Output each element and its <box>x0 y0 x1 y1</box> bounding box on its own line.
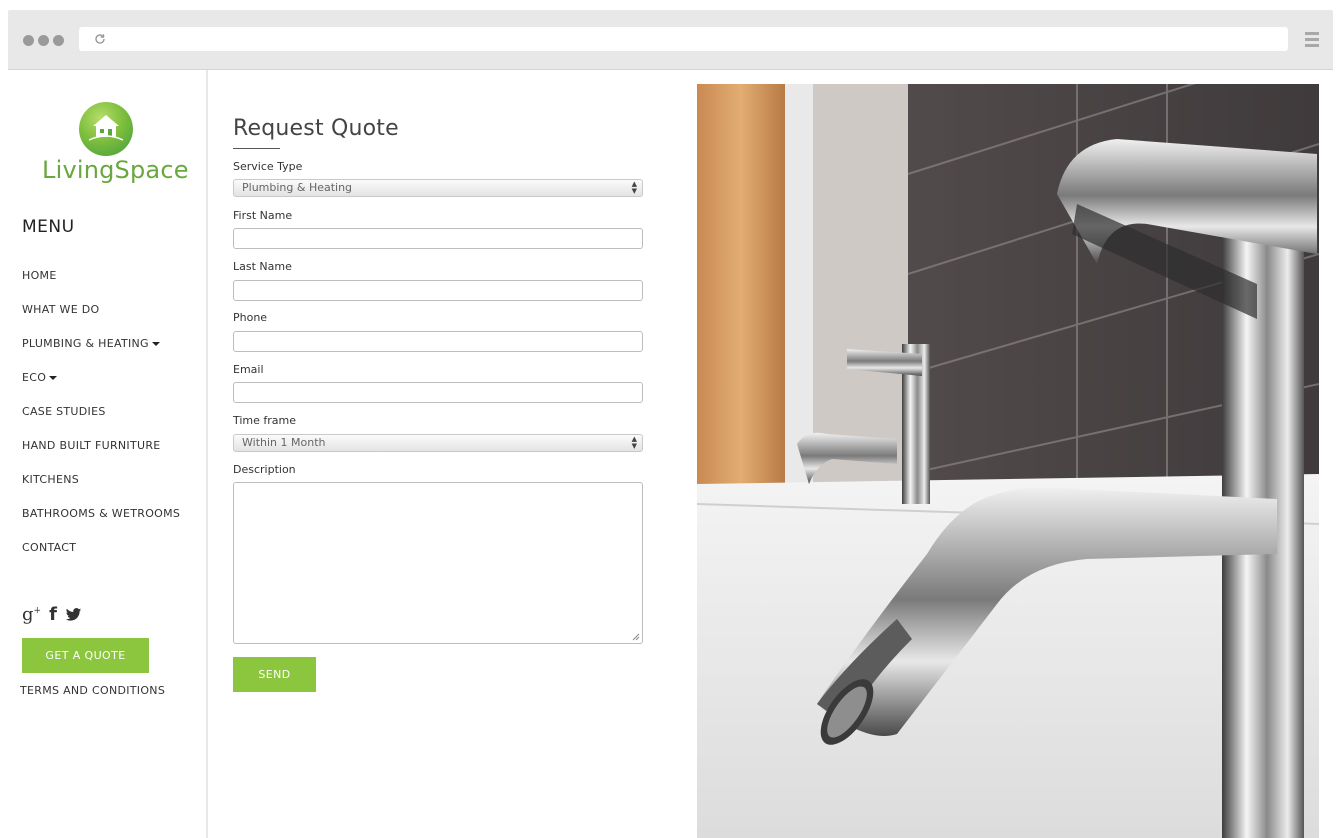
browser-toolbar <box>8 10 1333 70</box>
select-arrows-icon: ▲ ▼ <box>631 180 637 195</box>
nav-item-case-studies[interactable]: CASE STUDIES <box>22 402 180 436</box>
service-type-select[interactable]: Plumbing & Heating ▲ ▼ <box>233 179 643 197</box>
page-title: Request Quote <box>233 116 399 141</box>
time-frame-select[interactable]: Within 1 Month ▲ ▼ <box>233 434 643 452</box>
title-divider <box>233 148 280 149</box>
nav-item-contact[interactable]: CONTACT <box>22 538 180 572</box>
nav-item-hand-built-furniture[interactable]: HAND BUILT FURNITURE <box>22 436 180 470</box>
facebook-icon[interactable]: f <box>49 604 57 625</box>
window-controls[interactable] <box>23 35 64 46</box>
sidebar: LivingSpace MENU HOME WHAT WE DO PLUMBIN… <box>0 70 208 838</box>
first-name-field[interactable] <box>233 228 643 249</box>
email-label: Email <box>233 363 264 376</box>
first-name-label: First Name <box>233 209 293 222</box>
address-bar[interactable] <box>79 27 1288 51</box>
last-name-label: Last Name <box>233 260 292 273</box>
get-a-quote-button[interactable]: GET A QUOTE <box>22 638 149 673</box>
reload-icon[interactable] <box>93 32 107 46</box>
phone-label: Phone <box>233 311 268 324</box>
select-arrows-icon: ▲ ▼ <box>631 435 637 450</box>
window-dot-icon[interactable] <box>38 35 49 46</box>
nav-item-what-we-do[interactable]: WHAT WE DO <box>22 300 180 334</box>
menu-title: MENU <box>22 217 75 237</box>
nav-item-kitchens[interactable]: KITCHENS <box>22 470 180 504</box>
google-plus-icon[interactable]: g+ <box>22 604 41 625</box>
nav-item-home[interactable]: HOME <box>22 266 180 300</box>
terms-link[interactable]: TERMS AND CONDITIONS <box>20 684 165 697</box>
window-dot-icon[interactable] <box>53 35 64 46</box>
phone-field[interactable] <box>233 331 643 352</box>
main-nav: HOME WHAT WE DO PLUMBING & HEATING ECO C… <box>22 266 180 572</box>
last-name-field[interactable] <box>233 280 643 301</box>
nav-item-bathrooms-wetrooms[interactable]: BATHROOMS & WETROOMS <box>22 504 180 538</box>
service-type-label: Service Type <box>233 160 303 173</box>
time-frame-label: Time frame <box>233 414 297 427</box>
social-links: g+ f <box>22 604 82 625</box>
caret-down-icon <box>151 342 160 346</box>
logo-wordmark: LivingSpace <box>42 156 189 184</box>
resize-handle-icon[interactable] <box>632 633 640 641</box>
description-textarea[interactable] <box>233 482 643 644</box>
window-dot-icon[interactable] <box>23 35 34 46</box>
logo[interactable]: LivingSpace <box>42 102 189 184</box>
twitter-icon[interactable] <box>65 607 82 622</box>
browser-menu-icon[interactable] <box>1305 32 1319 48</box>
house-logo-icon <box>79 102 133 156</box>
nav-item-eco[interactable]: ECO <box>22 368 180 402</box>
nav-item-plumbing-heating[interactable]: PLUMBING & HEATING <box>22 334 180 368</box>
caret-down-icon <box>49 376 58 380</box>
send-button[interactable]: SEND <box>233 657 316 692</box>
description-label: Description <box>233 463 296 476</box>
email-field[interactable] <box>233 382 643 403</box>
bathroom-tap-photo <box>697 84 1319 838</box>
